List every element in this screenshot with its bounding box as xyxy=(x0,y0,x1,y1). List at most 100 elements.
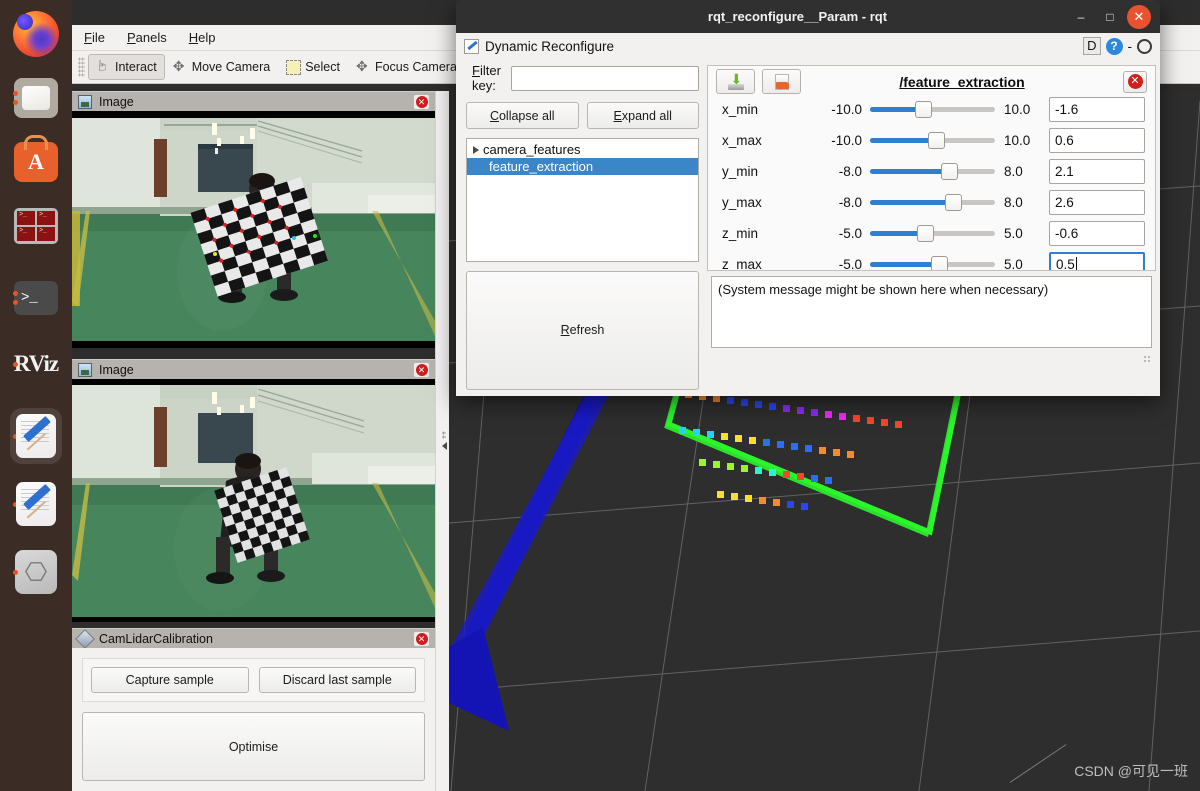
expand-all-button[interactable]: Expand all xyxy=(586,102,699,129)
param-slider-x_min[interactable] xyxy=(870,101,995,119)
dock-minimize-icon[interactable]: - xyxy=(1128,39,1133,54)
maximize-button[interactable]: □ xyxy=(1098,5,1122,29)
running-dot xyxy=(13,100,18,105)
menu-file[interactable]: FFileile xyxy=(84,30,105,45)
param-value-text: 0.6 xyxy=(1055,133,1074,148)
image-panel-top-close-icon[interactable]: ✕ xyxy=(413,93,430,110)
chevron-right-icon[interactable] xyxy=(473,145,479,154)
save-params-button[interactable] xyxy=(716,69,755,94)
param-value-input-z_max[interactable]: 0.5 xyxy=(1049,252,1145,270)
load-params-button[interactable] xyxy=(762,69,801,94)
param-value-text: 2.6 xyxy=(1055,195,1074,210)
slider-knob[interactable] xyxy=(944,194,962,211)
text-editor-icon xyxy=(16,414,56,458)
dock-item-terminator[interactable] xyxy=(10,200,62,252)
tree-node-camera-features[interactable]: camera_features xyxy=(467,141,698,158)
dock-item-firefox[interactable] xyxy=(10,8,62,60)
param-value-input-x_min[interactable]: -1.6 xyxy=(1049,97,1145,122)
param-max-y_max: 8.0 xyxy=(1004,195,1023,210)
slider-knob[interactable] xyxy=(930,256,948,270)
param-min-x_max: -10.0 xyxy=(831,133,862,148)
rqt-window: rqt_reconfigure__Param - rqt – □ ✕ Dynam… xyxy=(456,0,1160,396)
image-icon xyxy=(78,362,92,377)
dock-item-usb-drive[interactable]: ⎔ xyxy=(10,544,62,600)
param-label-z_min: z_min xyxy=(722,226,759,241)
minimize-button[interactable]: – xyxy=(1069,5,1093,29)
help-icon[interactable]: ? xyxy=(1105,37,1123,55)
parameter-pane: /feature_extraction ✕ x_min -10.0 10.0 -1.6… xyxy=(707,59,1156,392)
tool-focus-camera-label: Focus Camera xyxy=(374,60,457,74)
param-slider-x_max[interactable] xyxy=(870,132,995,150)
tool-select-label: Select xyxy=(305,60,340,74)
slider-fill xyxy=(870,138,937,143)
dock-item-text-editor-2[interactable] xyxy=(10,476,62,532)
param-value-input-z_min[interactable]: -0.6 xyxy=(1049,221,1145,246)
image-panel-top-content xyxy=(72,111,435,348)
calibration-panel-title: CamLidarCalibration xyxy=(99,631,213,646)
param-slider-y_max[interactable] xyxy=(870,194,995,212)
param-slider-z_min[interactable] xyxy=(870,225,995,243)
calibration-panel-close-icon[interactable]: ✕ xyxy=(413,630,430,647)
dock-float-icon[interactable] xyxy=(1137,38,1152,54)
running-dot xyxy=(13,91,18,96)
tool-interact[interactable]: Interact xyxy=(88,54,165,80)
close-button[interactable]: ✕ xyxy=(1127,4,1151,29)
param-slider-z_max[interactable] xyxy=(870,256,995,270)
close-node-button[interactable]: ✕ xyxy=(1123,70,1147,93)
param-slider-y_min[interactable] xyxy=(870,163,995,181)
refresh-button[interactable]: Refresh xyxy=(466,270,699,390)
save-icon xyxy=(727,71,744,90)
splitter-collapse-handle[interactable] xyxy=(440,430,448,450)
image-panel-top-titlebar: Image ✕ xyxy=(72,91,435,111)
select-icon xyxy=(286,59,302,75)
rqt-titlebar[interactable]: rqt_reconfigure__Param - rqt – □ ✕ xyxy=(456,0,1160,33)
param-min-z_max: -5.0 xyxy=(838,257,862,271)
running-dot xyxy=(13,362,18,367)
param-max-x_max: 10.0 xyxy=(1004,133,1031,148)
tool-focus-camera[interactable]: Focus Camera xyxy=(348,54,465,80)
hand-icon xyxy=(96,60,111,75)
pencil-icon xyxy=(464,38,479,54)
dock-item-files[interactable] xyxy=(10,72,62,124)
param-row-y_min: y_min -8.0 8.0 2.1 xyxy=(722,156,1145,187)
firefox-icon xyxy=(13,11,59,57)
parameter-box: /feature_extraction ✕ x_min -10.0 10.0 -1.6… xyxy=(707,65,1156,271)
optimise-button[interactable]: Optimise xyxy=(82,712,425,781)
dock-button-d[interactable]: D xyxy=(1083,37,1101,55)
param-min-x_min: -10.0 xyxy=(831,102,862,117)
node-tree[interactable]: camera_features feature_extraction xyxy=(466,138,699,262)
image-panel-bottom-close-icon[interactable]: ✕ xyxy=(413,361,430,378)
param-label-y_min: y_min xyxy=(722,164,759,179)
param-value-input-y_min[interactable]: 2.1 xyxy=(1049,159,1145,184)
selected-node-name[interactable]: /feature_extraction xyxy=(808,74,1116,90)
menu-help[interactable]: Help xyxy=(189,30,216,45)
slider-knob[interactable] xyxy=(914,101,932,118)
tool-move-camera[interactable]: Move Camera xyxy=(165,54,279,80)
system-message-area: (System message might be shown here when… xyxy=(711,276,1152,348)
param-row-z_max: z_max -5.0 5.0 0.5 xyxy=(722,249,1145,271)
files-icon xyxy=(14,78,58,118)
tool-select[interactable]: Select xyxy=(278,54,348,80)
filter-key-input[interactable] xyxy=(511,65,699,91)
capture-sample-button[interactable]: Capture sample xyxy=(91,667,249,693)
resize-grip[interactable] xyxy=(1143,355,1152,364)
slider-knob[interactable] xyxy=(940,163,958,180)
rqt-statusbar xyxy=(707,348,1156,366)
tree-node-feature-extraction[interactable]: feature_extraction xyxy=(467,158,698,175)
dock-item-text-editor-1[interactable] xyxy=(10,408,62,464)
ubuntu-dock: A >_ RViz ⎔ xyxy=(0,0,72,791)
param-value-input-y_max[interactable]: 2.6 xyxy=(1049,190,1145,215)
slider-knob[interactable] xyxy=(917,225,934,242)
collapse-all-button[interactable]: Collapse all xyxy=(466,102,579,129)
discard-last-sample-button[interactable]: Discard last sample xyxy=(258,667,416,693)
menu-panels[interactable]: Panels xyxy=(127,30,167,45)
running-dot xyxy=(13,570,18,575)
toolbar-grip[interactable] xyxy=(78,57,85,77)
calibration-button-row: Capture sample Discard last sample xyxy=(82,658,425,702)
dock-item-terminal[interactable]: >_ xyxy=(10,272,62,324)
param-value-text: 2.1 xyxy=(1055,164,1074,179)
dock-item-software[interactable]: A xyxy=(10,135,62,188)
param-value-input-x_max[interactable]: 0.6 xyxy=(1049,128,1145,153)
slider-knob[interactable] xyxy=(928,132,946,149)
dock-item-rviz[interactable]: RViz xyxy=(10,338,62,390)
